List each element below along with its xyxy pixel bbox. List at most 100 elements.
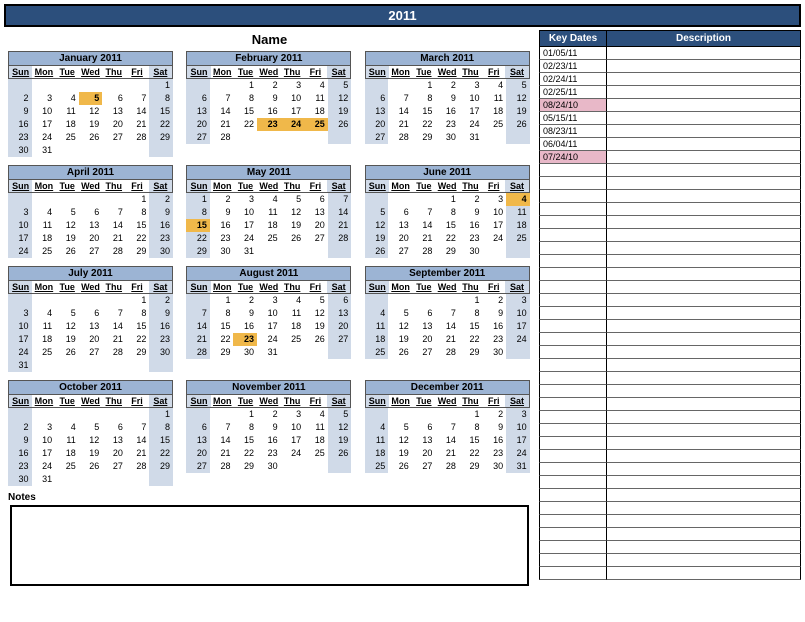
day-cell[interactable]: 24 [8, 346, 32, 359]
day-cell[interactable]: 25 [304, 118, 328, 131]
day-cell[interactable]: 24 [506, 447, 530, 460]
day-cell[interactable]: 6 [365, 92, 389, 105]
day-cell[interactable]: 17 [281, 434, 305, 447]
day-cell[interactable] [388, 294, 412, 307]
day-cell[interactable]: 22 [412, 118, 436, 131]
day-cell[interactable]: 2 [8, 92, 32, 105]
key-date-cell[interactable] [539, 229, 607, 242]
day-cell[interactable] [55, 359, 79, 372]
day-cell[interactable]: 28 [412, 245, 436, 258]
description-cell[interactable] [607, 359, 801, 372]
day-cell[interactable]: 23 [257, 447, 281, 460]
key-date-cell[interactable] [539, 203, 607, 216]
day-cell[interactable]: 23 [233, 333, 257, 346]
day-cell[interactable]: 23 [149, 232, 173, 245]
day-cell[interactable]: 11 [506, 206, 530, 219]
day-cell[interactable]: 28 [388, 131, 412, 144]
day-cell[interactable]: 5 [388, 421, 412, 434]
day-cell[interactable] [186, 79, 210, 92]
description-cell[interactable] [607, 281, 801, 294]
day-cell[interactable]: 18 [55, 118, 79, 131]
day-cell[interactable]: 14 [186, 320, 210, 333]
day-cell[interactable]: 10 [281, 92, 305, 105]
description-cell[interactable] [607, 99, 801, 112]
day-cell[interactable]: 26 [328, 118, 352, 131]
day-cell[interactable]: 9 [149, 206, 173, 219]
day-cell[interactable] [210, 408, 234, 421]
description-cell[interactable] [607, 60, 801, 73]
day-cell[interactable]: 1 [233, 79, 257, 92]
key-date-row[interactable]: 01/05/11 [539, 47, 801, 60]
day-cell[interactable]: 14 [102, 219, 126, 232]
day-cell[interactable]: 23 [435, 118, 459, 131]
day-cell[interactable]: 13 [102, 434, 126, 447]
day-cell[interactable]: 6 [304, 193, 328, 206]
day-cell[interactable]: 31 [233, 245, 257, 258]
day-cell[interactable]: 5 [506, 79, 530, 92]
day-cell[interactable]: 25 [365, 346, 389, 359]
day-cell[interactable] [281, 131, 305, 144]
day-cell[interactable]: 11 [55, 434, 79, 447]
day-cell[interactable]: 25 [55, 460, 79, 473]
day-cell[interactable]: 21 [328, 219, 352, 232]
day-cell[interactable]: 4 [365, 307, 389, 320]
key-date-cell[interactable]: 07/24/10 [539, 151, 607, 164]
day-cell[interactable]: 29 [210, 346, 234, 359]
day-cell[interactable]: 23 [8, 131, 32, 144]
day-cell[interactable]: 1 [459, 294, 483, 307]
day-cell[interactable]: 7 [102, 307, 126, 320]
day-cell[interactable]: 12 [506, 92, 530, 105]
day-cell[interactable]: 24 [32, 131, 56, 144]
key-date-row[interactable] [539, 307, 801, 320]
day-cell[interactable] [328, 346, 352, 359]
day-cell[interactable] [79, 473, 103, 486]
key-date-cell[interactable] [539, 554, 607, 567]
day-cell[interactable]: 16 [8, 447, 32, 460]
day-cell[interactable]: 20 [186, 118, 210, 131]
day-cell[interactable]: 27 [102, 460, 126, 473]
day-cell[interactable]: 14 [126, 434, 150, 447]
day-cell[interactable]: 18 [281, 320, 305, 333]
day-cell[interactable]: 7 [210, 421, 234, 434]
day-cell[interactable]: 16 [257, 434, 281, 447]
day-cell[interactable]: 3 [8, 307, 32, 320]
day-cell[interactable]: 13 [412, 320, 436, 333]
day-cell[interactable]: 16 [149, 320, 173, 333]
day-cell[interactable]: 12 [281, 206, 305, 219]
day-cell[interactable] [55, 79, 79, 92]
day-cell[interactable]: 31 [459, 131, 483, 144]
description-cell[interactable] [607, 398, 801, 411]
day-cell[interactable]: 16 [435, 105, 459, 118]
day-cell[interactable]: 14 [328, 206, 352, 219]
day-cell[interactable] [257, 131, 281, 144]
key-date-row[interactable] [539, 450, 801, 463]
description-cell[interactable] [607, 541, 801, 554]
day-cell[interactable] [149, 473, 173, 486]
day-cell[interactable]: 2 [210, 193, 234, 206]
key-date-row[interactable] [539, 203, 801, 216]
key-date-row[interactable] [539, 502, 801, 515]
day-cell[interactable]: 2 [149, 193, 173, 206]
day-cell[interactable]: 1 [186, 193, 210, 206]
day-cell[interactable]: 7 [126, 421, 150, 434]
day-cell[interactable]: 1 [412, 79, 436, 92]
day-cell[interactable]: 14 [435, 320, 459, 333]
day-cell[interactable]: 24 [233, 232, 257, 245]
day-cell[interactable]: 30 [149, 245, 173, 258]
day-cell[interactable] [186, 408, 210, 421]
day-cell[interactable] [388, 408, 412, 421]
key-date-row[interactable] [539, 437, 801, 450]
day-cell[interactable]: 31 [32, 473, 56, 486]
description-cell[interactable] [607, 476, 801, 489]
day-cell[interactable]: 7 [435, 421, 459, 434]
day-cell[interactable]: 25 [32, 245, 56, 258]
day-cell[interactable]: 29 [186, 245, 210, 258]
day-cell[interactable] [102, 294, 126, 307]
key-date-row[interactable] [539, 177, 801, 190]
day-cell[interactable]: 1 [459, 408, 483, 421]
description-cell[interactable] [607, 424, 801, 437]
key-date-row[interactable] [539, 424, 801, 437]
day-cell[interactable]: 4 [55, 421, 79, 434]
day-cell[interactable] [506, 131, 530, 144]
day-cell[interactable]: 28 [126, 460, 150, 473]
